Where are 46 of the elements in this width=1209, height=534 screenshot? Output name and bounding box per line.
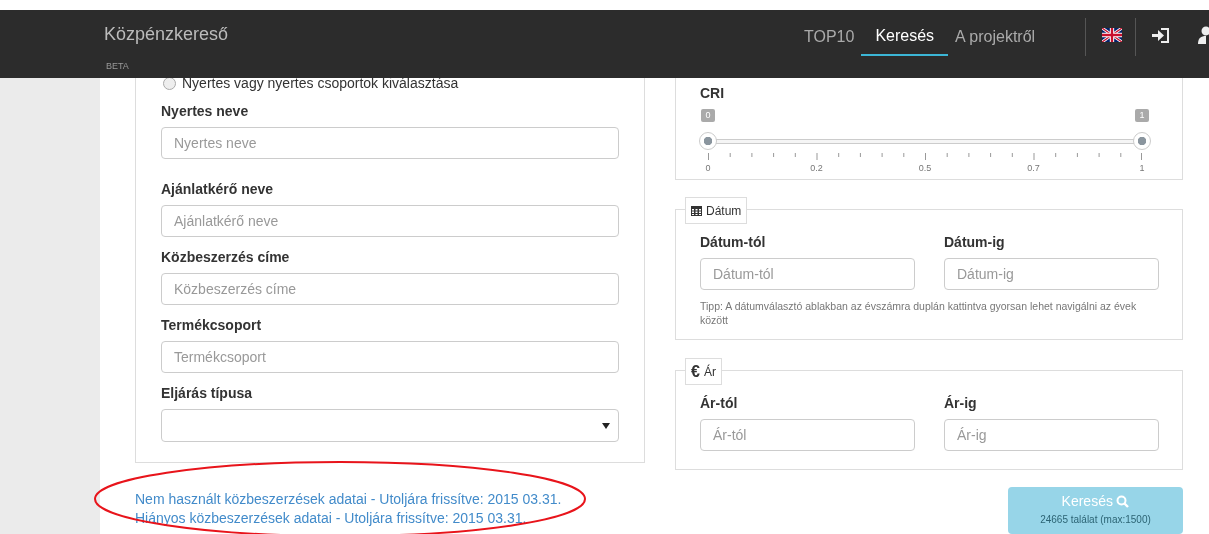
- nav-tab[interactable]: Keresés: [861, 18, 949, 56]
- tick-label: 0.5: [918, 163, 932, 174]
- text-field[interactable]: Közbeszerzés címe: [161, 273, 619, 305]
- user-icon[interactable]: [1198, 26, 1209, 44]
- field-label: Ajánlatkérő neve: [161, 180, 275, 199]
- tick-label: 0.7: [1027, 163, 1040, 174]
- slider-handle[interactable]: [699, 132, 717, 150]
- select-field[interactable]: [161, 409, 619, 442]
- field-label: Eljárás típusa: [161, 384, 254, 403]
- field-label: Termékcsoport: [161, 316, 263, 335]
- nav-tab[interactable]: A projektről: [948, 18, 1043, 56]
- field-label: Dátum-tól: [700, 233, 767, 252]
- field-label: Közbeszerzés címe: [161, 248, 291, 267]
- value-badge: 0: [701, 109, 715, 122]
- field-label: Ár-tól: [700, 394, 739, 413]
- euro-sign: €: [691, 361, 700, 382]
- data-link[interactable]: Nem használt közbeszerzések adatai - Utoljára frissítve: 2015 03.31.: [135, 490, 645, 509]
- data-link[interactable]: Hiányos közbeszerzések adatai - Utoljára frissítve: 2015 03.31.: [135, 509, 645, 528]
- text-field[interactable]: Dátum-tól: [700, 258, 915, 290]
- slider-handle[interactable]: [1133, 132, 1151, 150]
- legend-text: Ár: [703, 363, 716, 381]
- field-label: Ár-ig: [944, 394, 978, 413]
- value-badge: 1: [1135, 109, 1149, 122]
- text-field[interactable]: Nyertes neve: [161, 127, 619, 159]
- text-field[interactable]: Ár-tól: [700, 419, 915, 451]
- hint-text: Tipp: A dátumválasztó ablakban az évszámra duplán kattintva gyorsan lehet navigálni az évek között: [700, 299, 1138, 327]
- search-icon: [1116, 495, 1130, 508]
- text-field[interactable]: Dátum-ig: [944, 258, 1159, 290]
- text-field[interactable]: Termékcsoport: [161, 341, 619, 373]
- text-field[interactable]: Ár-ig: [944, 419, 1159, 451]
- text-field[interactable]: Ajánlatkérő neve: [161, 205, 619, 237]
- login-icon[interactable]: [1152, 28, 1170, 43]
- tick-label: 0: [705, 163, 711, 174]
- tick-label: 0.2: [810, 163, 823, 174]
- field-label: Nyertes neve: [161, 102, 250, 121]
- beta-label: BETA: [106, 60, 129, 73]
- tick-label: 1: [1139, 163, 1145, 174]
- nav-tab[interactable]: TOP10: [797, 18, 862, 56]
- legend-text: Dátum: [706, 202, 742, 220]
- calendar-icon: [691, 205, 702, 216]
- flag-icon[interactable]: [1102, 28, 1122, 42]
- brand-name[interactable]: Közpénzkereső: [104, 21, 229, 48]
- dropdown-arrow-icon: [602, 422, 610, 429]
- field-label: Dátum-ig: [944, 233, 1006, 252]
- radio-label: Nyertes vagy nyertes csoportok kiválasztása: [182, 73, 459, 93]
- slider-label: CRI: [700, 84, 726, 103]
